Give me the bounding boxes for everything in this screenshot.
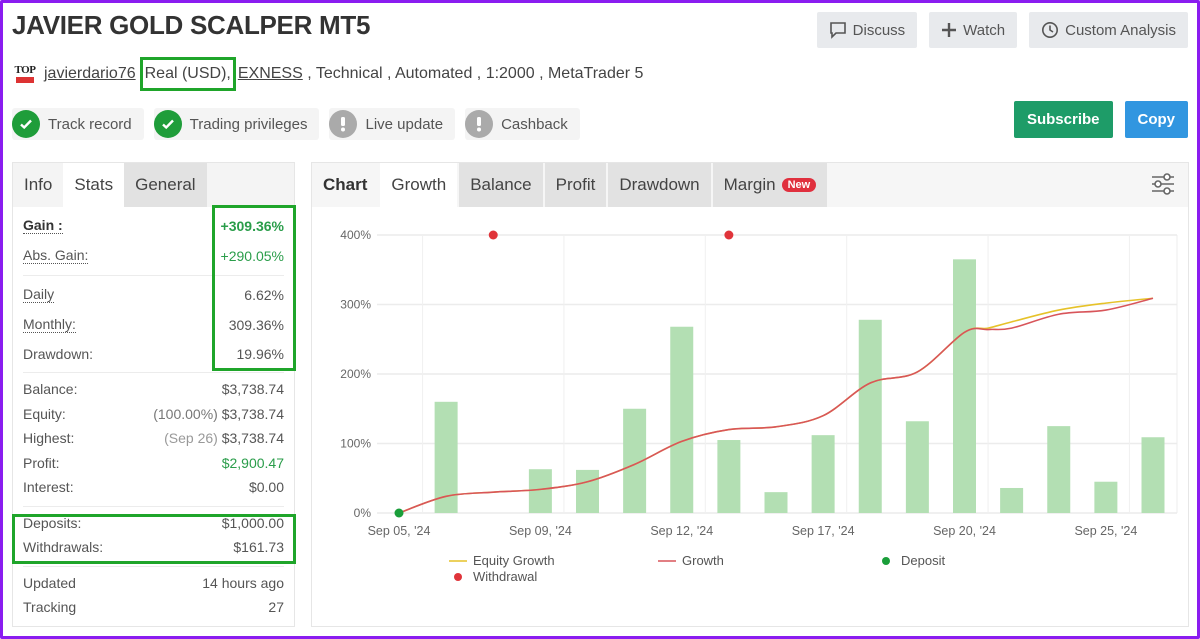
chart-tabs: Chart Growth Balance Profit Drawdown Mar… [312, 163, 1188, 207]
watch-button[interactable]: Watch [929, 12, 1018, 48]
growth-line [398, 297, 1154, 514]
stat-drawdown: Drawdown: 19.96% [23, 346, 284, 362]
legend-label: Equity Growth [473, 553, 555, 568]
tab-margin[interactable]: Margin New [712, 163, 828, 207]
tab-stats[interactable]: Stats [63, 163, 125, 207]
username-link[interactable]: javierdario76 [44, 65, 136, 83]
y-tick-label: 200% [340, 367, 371, 381]
divider [23, 505, 284, 507]
bar [1094, 481, 1118, 513]
account-type-highlight: Real (USD), [139, 57, 236, 91]
copy-button[interactable]: Copy [1124, 101, 1188, 138]
highest-date: (Sep 26) [164, 430, 218, 447]
withdrawal-marker [724, 230, 734, 240]
check-icon [12, 110, 40, 138]
discuss-button[interactable]: Discuss [816, 12, 918, 48]
x-tick-label: Sep 25, '24 [1074, 524, 1137, 538]
bar [1047, 426, 1071, 513]
stat-deposits: Deposits: $1,000.00 [23, 514, 284, 531]
stat-withdrawals: Withdrawals: $161.73 [23, 539, 284, 556]
stat-gain: Gain : +309.36% [23, 217, 284, 234]
account-meta: TOP javierdario76 Real (USD), EXNESS , T… [14, 57, 644, 91]
bar [670, 326, 694, 513]
y-tick-label: 0% [354, 506, 372, 520]
stat-tracking: Tracking 27 [23, 599, 284, 616]
account-details: , Technical , Automated , 1:2000 , MetaT… [302, 65, 644, 82]
x-tick-label: Sep 12, '24 [650, 524, 713, 538]
bar [905, 421, 929, 513]
y-tick-label: 400% [340, 228, 371, 242]
bar [576, 469, 599, 513]
tab-general[interactable]: General [124, 163, 207, 207]
chat-bubble-icon [829, 22, 846, 39]
badge-live-update[interactable]: Live update [329, 108, 456, 140]
badge-trading-privileges[interactable]: Trading privileges [153, 108, 320, 140]
stat-abs-gain: Abs. Gain: +290.05% [23, 247, 284, 264]
bar [858, 319, 882, 513]
divider [23, 565, 284, 567]
x-tick-label: Sep 09, '24 [509, 524, 572, 538]
broker-link[interactable]: EXNESS [238, 65, 303, 83]
bar [528, 469, 552, 513]
plus-icon [942, 23, 957, 37]
bar [1141, 437, 1165, 513]
new-badge: New [781, 178, 817, 192]
equity-growth-line [398, 297, 1154, 514]
chart-tabs-label: Chart [323, 175, 368, 194]
bar [717, 440, 741, 513]
stat-daily: Daily 6.62% [23, 286, 284, 303]
equity-percent: (100.00%) [153, 405, 218, 422]
x-tick-label: Sep 17, '24 [792, 524, 855, 538]
tab-balance[interactable]: Balance [459, 163, 543, 207]
subscribe-button[interactable]: Subscribe [1013, 101, 1113, 138]
stat-highest: Highest: (Sep 26) $3,738.74 [23, 430, 284, 447]
legend-label: Growth [682, 553, 724, 568]
sliders-icon [1152, 173, 1174, 195]
x-tick-label: Sep 20, '24 [933, 524, 996, 538]
exclamation-icon [465, 110, 494, 138]
clock-icon [1042, 22, 1059, 38]
tab-drawdown[interactable]: Drawdown [608, 163, 711, 207]
tab-info[interactable]: Info [13, 163, 63, 207]
bar [1000, 487, 1024, 513]
chart-panel: Chart Growth Balance Profit Drawdown Mar… [311, 162, 1189, 627]
legend-label: Withdrawal [473, 569, 537, 584]
stat-profit: Profit: $2,900.47 [23, 454, 284, 471]
deposit-marker [394, 508, 404, 518]
stats-panel: Info Stats General Gain : +309.36% Abs. … [12, 162, 295, 627]
x-tick-label: Sep 05, '24 [368, 524, 431, 538]
check-icon [153, 110, 182, 138]
user-logo-icon: TOP [14, 63, 36, 85]
page-title: JAVIER GOLD SCALPER MT5 [12, 10, 371, 40]
exclamation-icon [329, 110, 358, 138]
tab-growth[interactable]: Growth [380, 163, 458, 207]
badge-cashback[interactable]: Cashback [465, 108, 580, 140]
withdrawal-marker [488, 230, 498, 240]
stat-equity: Equity: (100.00%) $3,738.74 [23, 405, 284, 422]
chart-settings-button[interactable] [1150, 171, 1176, 202]
action-buttons: Subscribe Copy [1013, 101, 1188, 138]
bar [764, 492, 788, 513]
stat-interest: Interest: $0.00 [23, 479, 284, 496]
divider [23, 275, 284, 276]
badge-track-record[interactable]: Track record [12, 108, 144, 140]
y-tick-label: 100% [340, 437, 371, 451]
y-tick-label: 300% [340, 298, 371, 312]
legend-swatch [454, 573, 462, 581]
bar [953, 259, 976, 513]
divider [23, 372, 284, 373]
custom-analysis-button[interactable]: Custom Analysis [1029, 12, 1188, 48]
stat-updated: Updated 14 hours ago [23, 574, 284, 591]
bar [811, 435, 835, 513]
legend-swatch [882, 557, 890, 565]
verification-badges: Track record Trading privileges Live upd… [12, 108, 580, 140]
account-type: Real (USD), [144, 65, 231, 82]
legend-label: Deposit [901, 553, 945, 568]
stat-balance: Balance: $3,738.74 [23, 381, 284, 398]
stats-tabs: Info Stats General [13, 163, 294, 207]
tab-profit[interactable]: Profit [544, 163, 607, 207]
growth-chart: 0% 100% 200% 300% 400% Sep 05, '24 Sep 09, '24… [340, 228, 1178, 584]
stat-monthly: Monthly: 309.36% [23, 316, 284, 333]
header-buttons: Discuss Watch Custom Analysis [816, 12, 1188, 48]
